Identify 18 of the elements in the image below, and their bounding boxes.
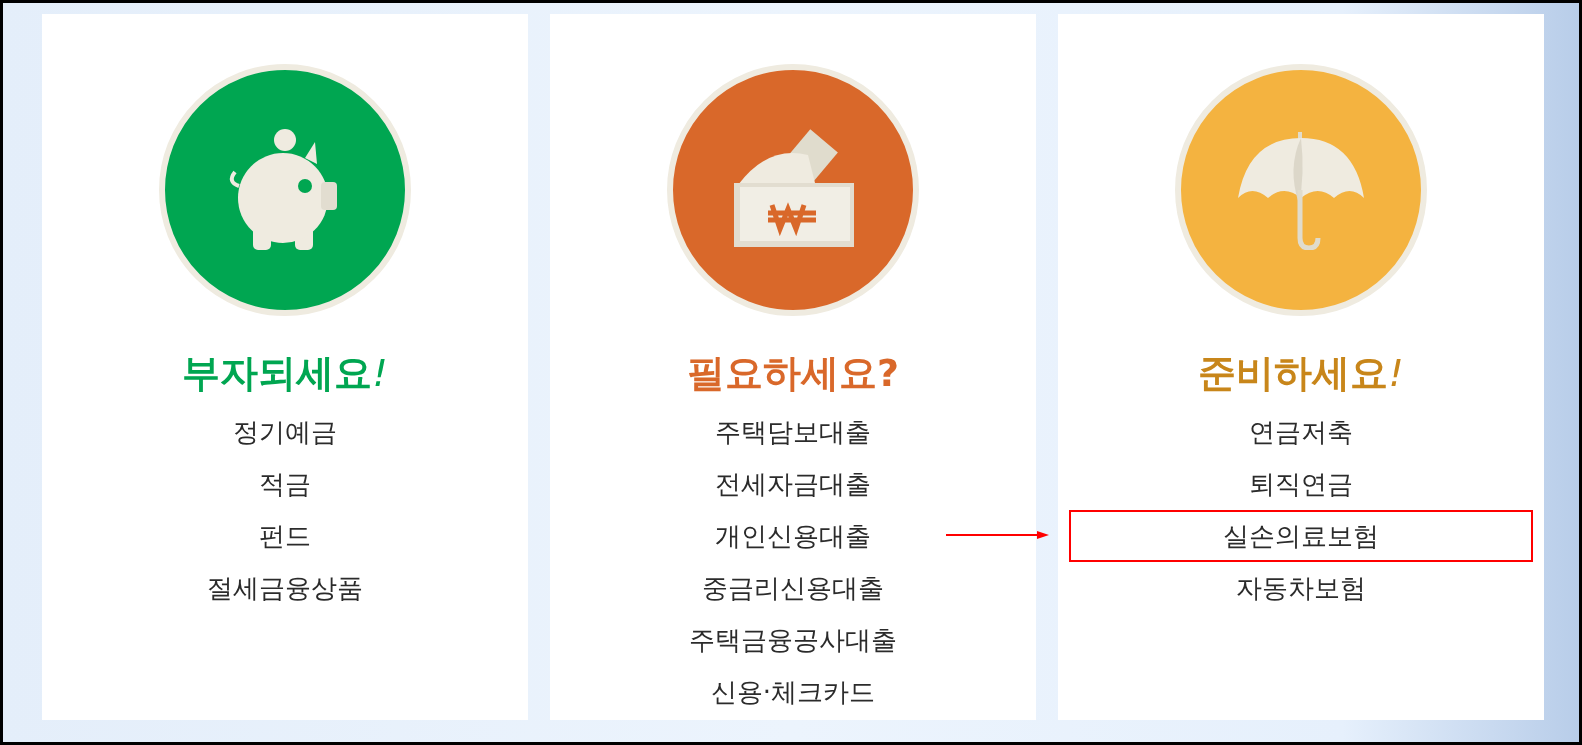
product-link[interactable]: 퇴직연금 bbox=[1069, 458, 1533, 510]
product-link[interactable]: 실손의료보험 bbox=[1069, 510, 1533, 562]
product-link[interactable]: 주택금융공사대출 bbox=[561, 614, 1025, 666]
category-title: 부자되세요! bbox=[182, 350, 388, 396]
product-link[interactable]: 펀드 bbox=[53, 510, 517, 562]
product-link[interactable]: 전세자금대출 bbox=[561, 458, 1025, 510]
product-link[interactable]: 연금저축 bbox=[1069, 406, 1533, 458]
product-link[interactable]: 신용·체크카드 bbox=[561, 666, 1025, 718]
product-link[interactable]: 정기예금 bbox=[53, 406, 517, 458]
product-link[interactable]: 적금 bbox=[53, 458, 517, 510]
product-link[interactable]: 주택담보대출 bbox=[561, 406, 1025, 458]
product-link[interactable]: 개인신용대출 bbox=[561, 510, 1025, 562]
category-title: 준비하세요! bbox=[1198, 350, 1404, 396]
product-link[interactable]: 절세금융상품 bbox=[53, 562, 517, 614]
category-title: 필요하세요? bbox=[686, 350, 899, 396]
umbrella-icon bbox=[1236, 130, 1366, 250]
product-link[interactable]: 중금리신용대출 bbox=[561, 562, 1025, 614]
product-link[interactable]: 자동차보험 bbox=[1069, 562, 1533, 614]
